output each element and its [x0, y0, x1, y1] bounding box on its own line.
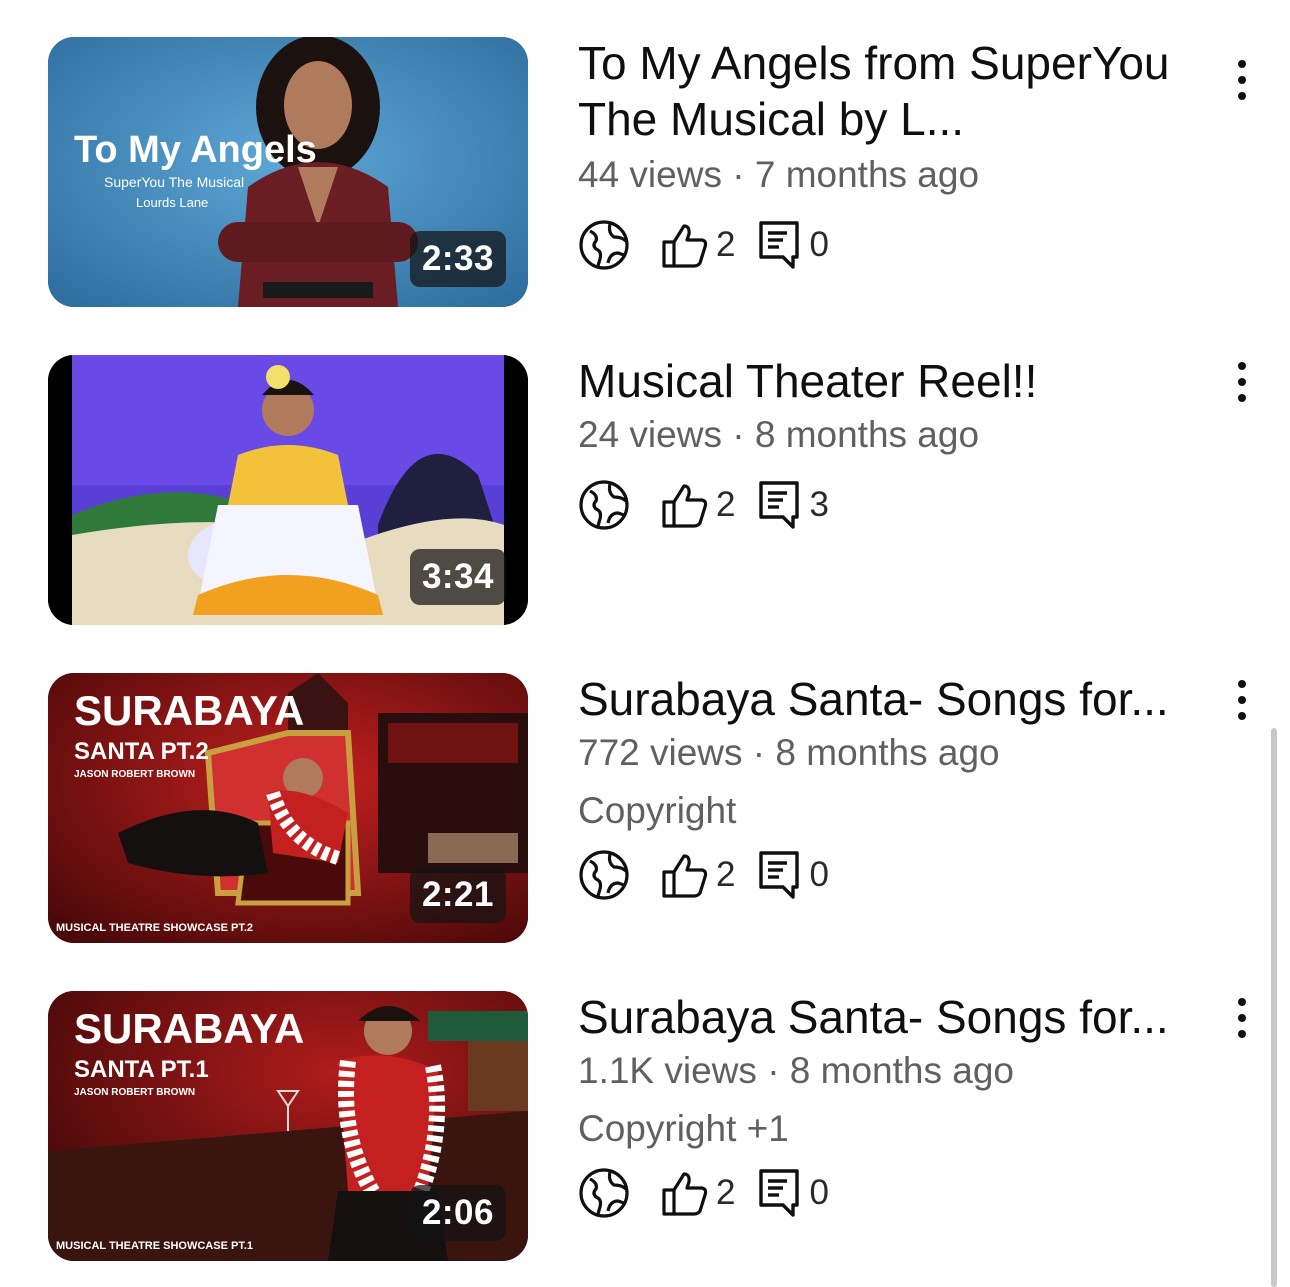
scrollbar[interactable]	[1271, 728, 1277, 1287]
comments-stat: 0	[757, 219, 829, 271]
thumbnail-subtitle: SuperYou The Musical	[104, 174, 244, 190]
video-meta: 24 views · 8 months ago	[578, 414, 980, 455]
globe-icon	[579, 850, 629, 900]
thumbs-up-icon	[662, 1172, 708, 1216]
like-count: 2	[716, 1173, 736, 1212]
likes-stat: 2	[660, 220, 735, 270]
comments-stat: 0	[757, 1167, 829, 1219]
comment-count: 3	[809, 485, 829, 524]
video-thumbnail[interactable]: SURABAYA SANTA PT.2 JASON ROBERT BROWN M…	[48, 673, 528, 943]
visibility-stat	[578, 219, 630, 271]
likes-stat: 2	[660, 1168, 735, 1218]
video-thumbnail[interactable]: To My Angels SuperYou The Musical Lourds…	[48, 37, 528, 307]
comment-icon	[759, 1169, 800, 1217]
more-vertical-icon[interactable]	[1222, 665, 1262, 735]
like-count: 2	[716, 485, 736, 524]
video-stats: 2 0	[578, 1163, 1218, 1223]
video-info: Surabaya Santa- Songs for... 1.1K views …	[578, 991, 1218, 1223]
video-restriction[interactable]: Copyright +1	[578, 1107, 1218, 1151]
video-row[interactable]: 3:34 Musical Theater Reel!! 24 views · 8…	[0, 355, 1290, 625]
video-meta: 1.1K views · 8 months ago	[578, 1050, 1014, 1091]
thumbs-up-icon	[662, 854, 708, 898]
comments-stat: 0	[757, 849, 829, 901]
video-title[interactable]: Surabaya Santa- Songs for...	[578, 989, 1198, 1045]
comments-stat: 3	[757, 479, 829, 531]
video-title[interactable]: To My Angels from SuperYou The Musical b…	[578, 35, 1218, 147]
more-vertical-icon[interactable]	[1222, 983, 1262, 1053]
globe-icon	[579, 480, 629, 530]
like-count: 2	[716, 855, 736, 894]
visibility-stat	[578, 849, 630, 901]
video-info: Surabaya Santa- Songs for... 772 views ·…	[578, 673, 1218, 905]
video-stats: 2 0	[578, 845, 1218, 905]
duration-badge: 2:21	[409, 867, 506, 923]
more-vertical-icon[interactable]	[1222, 45, 1262, 115]
duration-badge: 2:06	[409, 1185, 506, 1241]
thumbnail-footer: MUSICAL THEATRE SHOWCASE PT.1	[56, 1240, 253, 1252]
thumbnail-subtitle: SANTA PT.1	[74, 1056, 209, 1083]
video-meta: 772 views · 8 months ago	[578, 732, 1000, 773]
video-row[interactable]: SURABAYA SANTA PT.1 JASON ROBERT BROWN M…	[0, 991, 1290, 1261]
likes-stat: 2	[660, 480, 735, 530]
comment-count: 0	[809, 225, 829, 264]
thumbnail-subtitle: JASON ROBERT BROWN	[74, 1087, 195, 1098]
thumbs-up-icon	[662, 484, 708, 528]
comment-icon	[759, 851, 800, 899]
globe-icon	[579, 1168, 629, 1218]
visibility-stat	[578, 479, 630, 531]
video-thumbnail[interactable]: 3:34	[48, 355, 528, 625]
video-stats: 2 0	[578, 215, 1218, 275]
thumbnail-title: SURABAYA	[74, 687, 304, 734]
video-meta: 44 views · 7 months ago	[578, 154, 980, 195]
duration-badge: 3:34	[409, 549, 506, 605]
likes-stat: 2	[660, 850, 735, 900]
comment-icon	[759, 221, 800, 269]
video-title[interactable]: Surabaya Santa- Songs for...	[578, 671, 1198, 727]
thumbnail-title: SURABAYA	[74, 1005, 304, 1052]
thumbnail-subtitle: Lourds Lane	[136, 195, 208, 210]
thumbnail-subtitle: SANTA PT.2	[74, 738, 209, 765]
comment-count: 0	[809, 1173, 829, 1212]
thumbnail-subtitle: JASON ROBERT BROWN	[74, 769, 195, 780]
video-row[interactable]: To My Angels SuperYou The Musical Lourds…	[0, 37, 1290, 307]
video-info: Musical Theater Reel!! 24 views · 8 mont…	[578, 355, 1218, 535]
comment-icon	[759, 481, 800, 529]
video-info: To My Angels from SuperYou The Musical b…	[578, 37, 1218, 275]
video-thumbnail[interactable]: SURABAYA SANTA PT.1 JASON ROBERT BROWN M…	[48, 991, 528, 1261]
like-count: 2	[716, 225, 736, 264]
video-stats: 2 3	[578, 475, 1218, 535]
comment-count: 0	[809, 855, 829, 894]
more-vertical-icon[interactable]	[1222, 347, 1262, 417]
thumbnail-footer: MUSICAL THEATRE SHOWCASE PT.2	[56, 922, 253, 934]
video-title[interactable]: Musical Theater Reel!!	[578, 353, 1198, 409]
duration-badge: 2:33	[409, 231, 506, 287]
video-row[interactable]: SURABAYA SANTA PT.2 JASON ROBERT BROWN M…	[0, 673, 1290, 943]
thumbs-up-icon	[662, 224, 708, 268]
visibility-stat	[578, 1167, 630, 1219]
globe-icon	[579, 220, 629, 270]
thumbnail-title: To My Angels	[74, 129, 317, 171]
video-restriction[interactable]: Copyright	[578, 789, 1218, 833]
